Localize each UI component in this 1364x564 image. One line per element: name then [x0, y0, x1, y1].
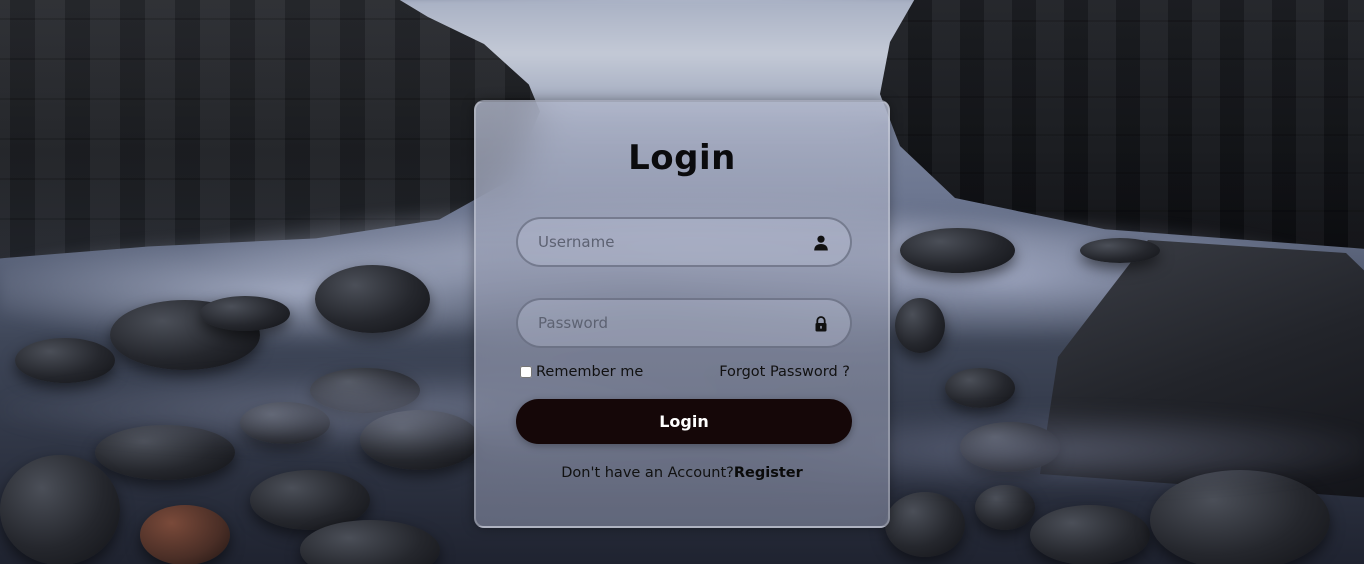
login-button[interactable]: Login	[516, 399, 852, 444]
rock	[1080, 238, 1160, 263]
register-line: Don't have an Account?Register	[476, 465, 888, 481]
rock	[900, 228, 1015, 273]
rock	[315, 265, 430, 333]
username-field-container	[516, 217, 852, 267]
lock-icon	[812, 315, 830, 333]
user-icon	[812, 234, 830, 252]
login-card: Login Remember me Forgot Password ? Logi…	[474, 100, 890, 528]
register-prompt: Don't have an Account?	[561, 465, 734, 481]
rock	[200, 296, 290, 331]
forgot-password-link[interactable]: Forgot Password ?	[719, 364, 850, 380]
remember-me[interactable]: Remember me	[520, 364, 643, 380]
remember-me-label: Remember me	[536, 364, 644, 380]
username-input[interactable]	[518, 219, 850, 265]
login-title: Login	[628, 138, 736, 178]
password-input[interactable]	[518, 300, 850, 346]
remember-me-checkbox[interactable]	[520, 366, 532, 378]
password-field-container	[516, 298, 852, 348]
register-link[interactable]: Register	[734, 465, 803, 481]
